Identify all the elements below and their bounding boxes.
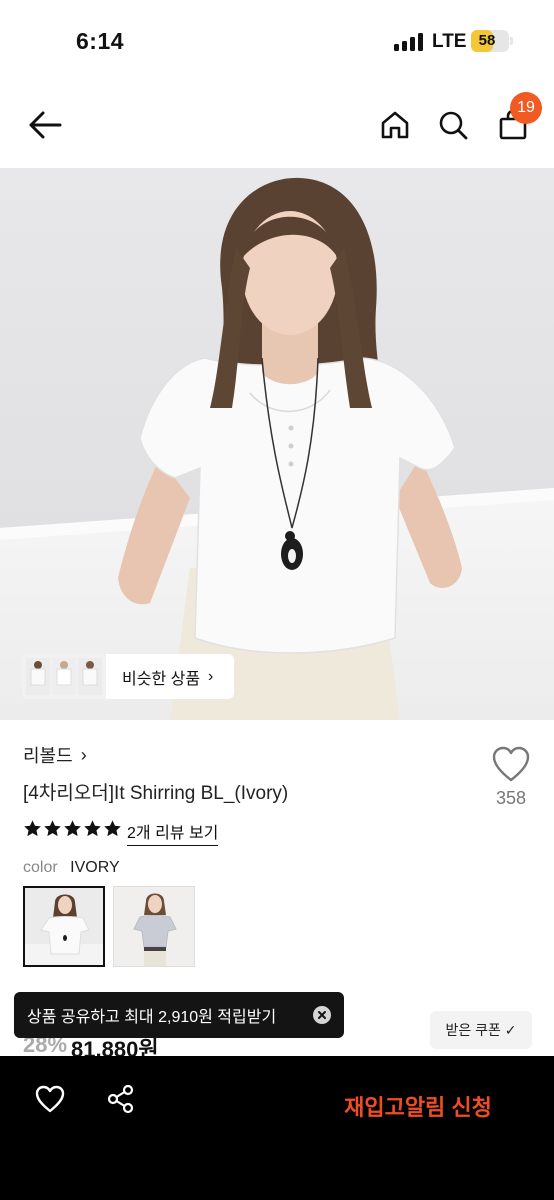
review-link[interactable]: 2개 리뷰 보기 xyxy=(127,819,219,846)
star-icon xyxy=(64,820,81,837)
top-nav xyxy=(0,80,554,168)
share-button[interactable] xyxy=(106,1084,136,1119)
battery-icon: 58 xyxy=(471,30,513,52)
bottom-action-bar xyxy=(0,1056,554,1200)
home-button[interactable] xyxy=(372,102,418,148)
similar-products-thumbnails xyxy=(22,654,106,699)
color-swatch-ivory[interactable] xyxy=(23,886,105,967)
received-coupon-button[interactable]: 받은 쿠폰 ✓ xyxy=(430,1011,532,1049)
battery-level: 58 xyxy=(478,32,496,49)
product-photo xyxy=(0,168,554,720)
product-image[interactable] xyxy=(0,168,554,720)
status-time: 6:14 xyxy=(76,28,125,54)
home-icon xyxy=(381,111,409,139)
color-selector-label: color IVORY xyxy=(23,859,120,877)
star-icon xyxy=(44,820,61,837)
color-swatch-grey[interactable] xyxy=(113,886,195,967)
wishlist-button[interactable] xyxy=(490,744,532,784)
share-reward-toast: 상품 공유하고 최대 2,910원 적립받기 xyxy=(14,992,344,1038)
rating-stars xyxy=(23,819,123,838)
star-icon xyxy=(104,820,121,837)
share-icon xyxy=(107,1084,134,1114)
star-icon xyxy=(84,820,101,837)
swatch-image xyxy=(114,887,194,966)
brand-name: 리볼드 xyxy=(23,746,73,766)
heart-icon xyxy=(492,746,530,782)
chevron-right-icon: › xyxy=(208,667,214,685)
cart-count-badge: 19 xyxy=(510,92,542,124)
restock-alert-button[interactable]: 재입고알림 신청 xyxy=(318,1086,518,1126)
close-circle-icon[interactable] xyxy=(313,1006,331,1024)
bottom-wishlist-button[interactable] xyxy=(34,1084,66,1119)
star-icon xyxy=(24,820,41,837)
arrow-left-icon xyxy=(29,111,62,139)
back-button[interactable] xyxy=(22,102,68,148)
network-label: LTE xyxy=(432,31,467,52)
similar-products-button[interactable]: 비슷한 상품 › xyxy=(22,654,234,699)
similar-products-label: 비슷한 상품 xyxy=(122,670,201,688)
search-button[interactable] xyxy=(430,102,476,148)
brand-link[interactable]: 리볼드 › xyxy=(23,742,87,768)
color-key: color xyxy=(23,859,58,876)
color-value: IVORY xyxy=(70,859,120,876)
heart-icon xyxy=(35,1085,65,1113)
like-count: 358 xyxy=(495,788,527,808)
chevron-right-icon: › xyxy=(80,744,87,765)
signal-icon xyxy=(394,33,424,51)
status-bar: 6:14 LTE 58 xyxy=(0,0,554,80)
swatch-image xyxy=(25,888,103,965)
toast-text: 상품 공유하고 최대 2,910원 적립받기 xyxy=(27,1009,277,1026)
search-icon xyxy=(439,111,468,140)
product-name: [4차리오더]It Shirring BL_(Ivory) xyxy=(23,783,289,804)
